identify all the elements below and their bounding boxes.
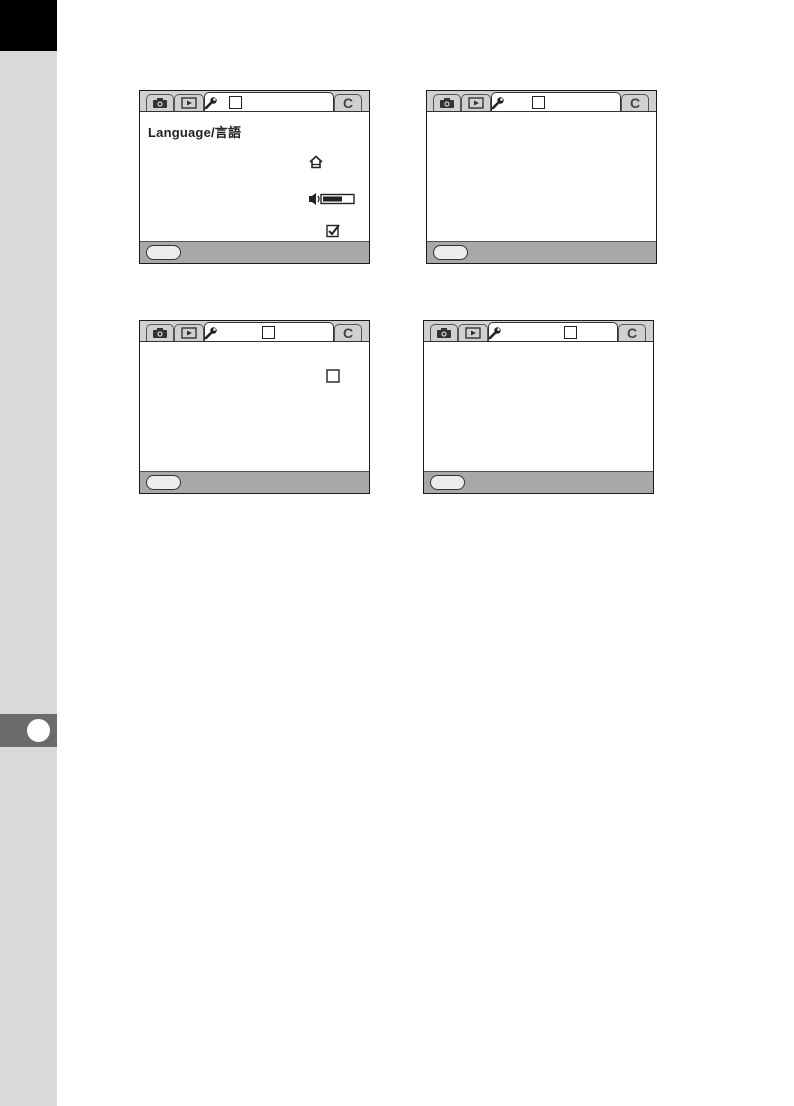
- corner-block: [0, 0, 57, 51]
- menu-footer: [140, 241, 369, 263]
- menu-footer: [427, 241, 656, 263]
- playback-icon: [468, 97, 484, 109]
- tab-shooting[interactable]: [146, 324, 174, 341]
- page-number-box: [564, 326, 577, 339]
- tab-custom[interactable]: C: [334, 324, 362, 341]
- page-number-box: [229, 96, 242, 109]
- tab-setup[interactable]: [204, 92, 334, 112]
- tab-shooting[interactable]: [433, 94, 461, 111]
- page-number-box: [532, 96, 545, 109]
- wrench-icon: [491, 96, 504, 109]
- custom-tab-label: C: [342, 325, 354, 341]
- menu-button-icon[interactable]: [430, 475, 465, 490]
- camera-icon: [437, 328, 451, 338]
- menu-tab-bar: C: [140, 321, 369, 342]
- checkbox-checked-icon[interactable]: [326, 224, 340, 238]
- setup-menu-screen-1: C Language/言語: [139, 90, 370, 264]
- playback-icon: [181, 327, 197, 339]
- menu-button-icon[interactable]: [146, 475, 181, 490]
- home-icon: [309, 155, 323, 169]
- menu-body: [427, 111, 656, 242]
- playback-icon: [465, 327, 481, 339]
- menu-footer: [140, 471, 369, 493]
- wrench-icon: [488, 326, 501, 339]
- side-strip: [0, 0, 57, 1106]
- menu-body: Language/言語: [140, 111, 369, 242]
- menu-body: [424, 341, 653, 472]
- tab-playback[interactable]: [461, 94, 491, 111]
- tab-setup[interactable]: [204, 322, 334, 342]
- wrench-icon: [204, 96, 217, 109]
- wrench-icon: [204, 326, 217, 339]
- page-number-box: [262, 326, 275, 339]
- setup-menu-screen-4: C: [423, 320, 654, 494]
- camera-icon: [440, 98, 454, 108]
- menu-tab-bar: C: [140, 91, 369, 112]
- menu-footer: [424, 471, 653, 493]
- chapter-circle-icon: [27, 719, 50, 742]
- menu-button-icon[interactable]: [146, 245, 181, 260]
- checkbox-empty-icon[interactable]: [326, 369, 340, 383]
- volume-icon: [309, 193, 355, 205]
- menu-item-language[interactable]: Language/言語: [148, 122, 241, 141]
- tab-setup[interactable]: [491, 92, 621, 112]
- tab-setup[interactable]: [488, 322, 618, 342]
- tab-custom[interactable]: C: [621, 94, 649, 111]
- menu-tab-bar: C: [427, 91, 656, 112]
- custom-tab-label: C: [629, 95, 641, 111]
- tab-playback[interactable]: [174, 94, 204, 111]
- tab-shooting[interactable]: [146, 94, 174, 111]
- setup-menu-screen-3: C: [139, 320, 370, 494]
- tab-playback[interactable]: [458, 324, 488, 341]
- setup-menu-screen-2: C: [426, 90, 657, 264]
- tab-custom[interactable]: C: [334, 94, 362, 111]
- tab-playback[interactable]: [174, 324, 204, 341]
- tab-shooting[interactable]: [430, 324, 458, 341]
- tab-custom[interactable]: C: [618, 324, 646, 341]
- menu-body: [140, 341, 369, 472]
- chapter-tab: [0, 714, 57, 747]
- playback-icon: [181, 97, 197, 109]
- camera-icon: [153, 98, 167, 108]
- menu-tab-bar: C: [424, 321, 653, 342]
- camera-icon: [153, 328, 167, 338]
- custom-tab-label: C: [342, 95, 354, 111]
- custom-tab-label: C: [626, 325, 638, 341]
- menu-button-icon[interactable]: [433, 245, 468, 260]
